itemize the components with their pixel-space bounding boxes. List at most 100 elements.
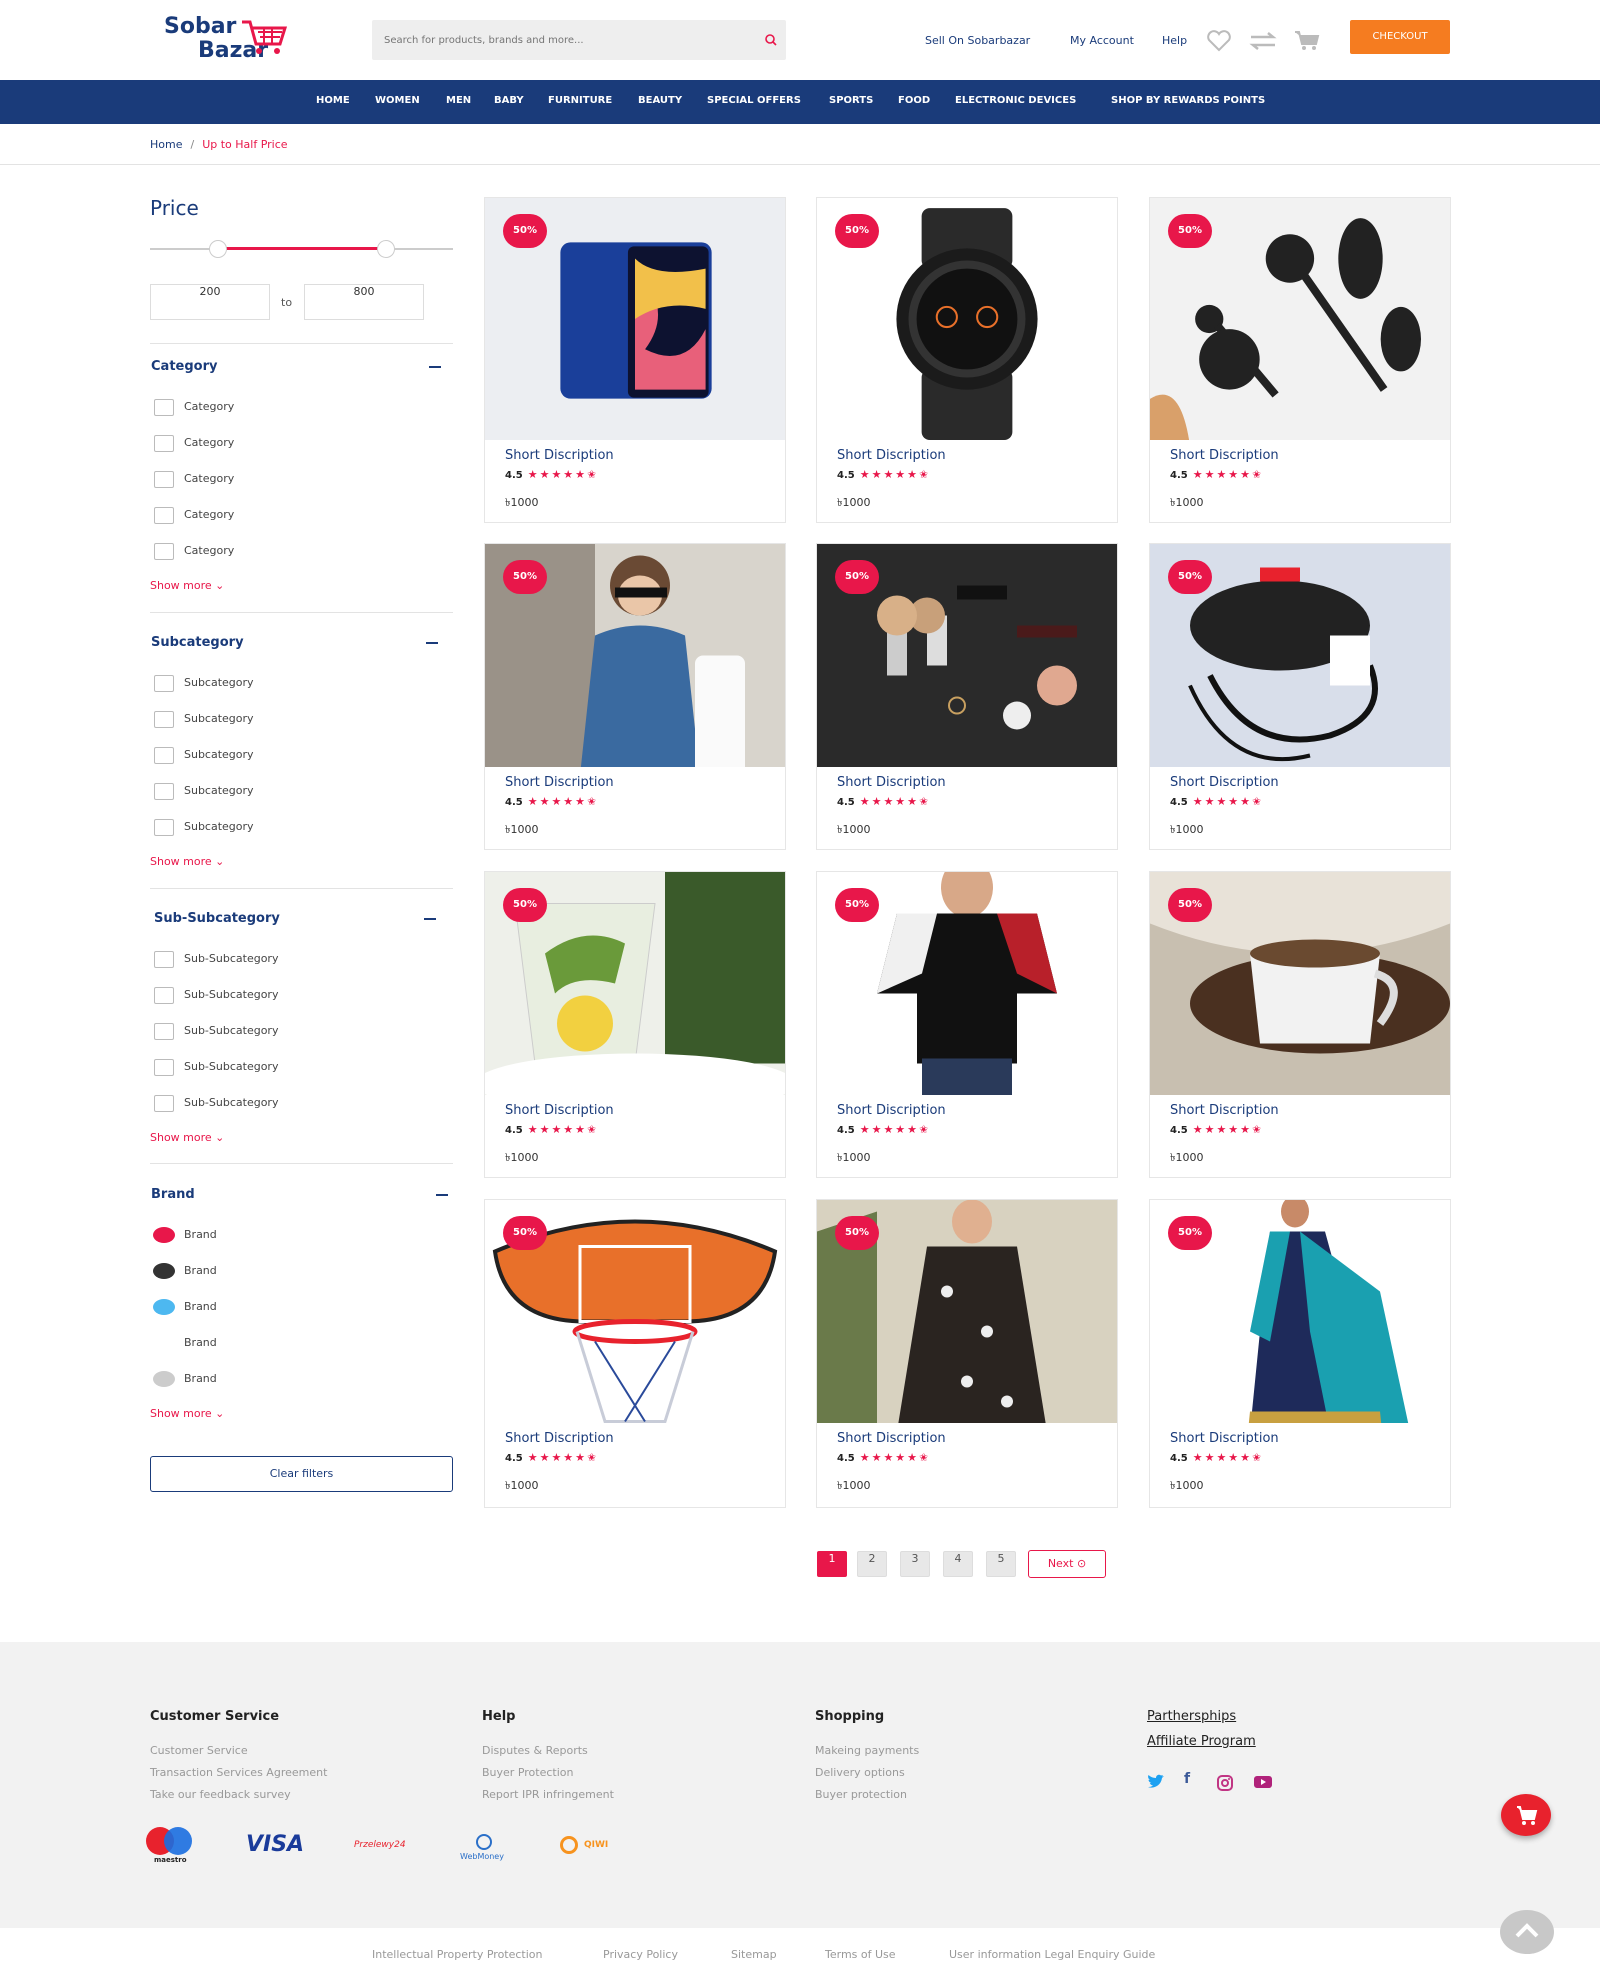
affiliate-program-link[interactable]: Affiliate Program [1147, 1734, 1256, 1749]
subcategory-checkbox[interactable] [154, 675, 174, 692]
price-min-input[interactable]: 200 [150, 284, 270, 320]
subcategory-checkbox[interactable] [154, 783, 174, 800]
product-description[interactable]: Short Discription [1170, 448, 1279, 463]
collapse-minus-icon[interactable] [429, 366, 441, 368]
nav-special-offers[interactable]: SPECIAL OFFERS [707, 95, 801, 106]
youtube-icon[interactable] [1253, 1774, 1273, 1790]
floating-cart-button[interactable] [1501, 1794, 1551, 1836]
product-card[interactable]: 50% Short Discription 4.5 ★★★★★✬ ৳1000 [816, 871, 1118, 1178]
search-input[interactable] [372, 20, 742, 60]
category-checkbox[interactable] [154, 435, 174, 452]
sub-subcategory-show-more[interactable]: Show more ⌄ [150, 1131, 224, 1144]
product-description[interactable]: Short Discription [837, 1103, 946, 1118]
product-card[interactable]: 50% Short Discription 4.5 ★★★★★✬ ৳1000 [1149, 197, 1451, 523]
nav-sports[interactable]: SPORTS [829, 95, 873, 106]
wishlist-heart-icon[interactable] [1206, 30, 1232, 52]
subcategory-checkbox[interactable] [154, 711, 174, 728]
subcategory-show-more[interactable]: Show more ⌄ [150, 855, 224, 868]
product-card[interactable]: 50% Short Discription 4.5 ★★★★★✬ ৳1000 [1149, 1199, 1451, 1508]
brand-color-swatch[interactable] [153, 1299, 175, 1315]
product-card[interactable]: 50% Short Discription 4.5 ★★★★★✬ ৳1000 [484, 197, 786, 523]
category-checkbox[interactable] [154, 543, 174, 560]
footer-link[interactable]: Delivery options [815, 1766, 905, 1779]
subcategory-checkbox[interactable] [154, 747, 174, 764]
brand-color-swatch[interactable] [153, 1227, 175, 1243]
cart-icon[interactable] [1294, 30, 1320, 52]
sub-subcategory-checkbox[interactable] [154, 1023, 174, 1040]
footer-link[interactable]: Buyer protection [815, 1788, 907, 1801]
nav-women[interactable]: WOMEN [375, 95, 420, 106]
price-slider-min-handle[interactable] [209, 240, 227, 258]
page-3-button[interactable]: 3 [900, 1551, 930, 1577]
footer-bottom-link[interactable]: Sitemap [731, 1948, 777, 1961]
my-account-link[interactable]: My Account [1070, 34, 1134, 47]
price-slider-max-handle[interactable] [377, 240, 395, 258]
nav-men[interactable]: MEN [446, 95, 471, 106]
next-page-button[interactable]: Next ⊙ [1028, 1550, 1106, 1578]
footer-link[interactable]: Transaction Services Agreement [150, 1766, 327, 1779]
product-card[interactable]: 50% Short Discription 4.5 ★★★★★✬ ৳1000 [484, 871, 786, 1178]
product-card[interactable]: 50% Short Discription 4.5 ★★★★★✬ ৳1000 [816, 543, 1118, 850]
product-description[interactable]: Short Discription [505, 448, 614, 463]
category-checkbox[interactable] [154, 399, 174, 416]
partnerships-link[interactable]: Parthersphips [1147, 1709, 1236, 1724]
footer-link[interactable]: Customer Service [150, 1744, 248, 1757]
nav-food[interactable]: FOOD [898, 95, 930, 106]
product-description[interactable]: Short Discription [837, 448, 946, 463]
footer-bottom-link[interactable]: Intellectual Property Protection [372, 1948, 543, 1961]
page-4-button[interactable]: 4 [943, 1551, 973, 1577]
footer-bottom-link[interactable]: User information Legal Enquiry Guide [949, 1948, 1155, 1961]
nav-home[interactable]: HOME [316, 95, 350, 106]
help-link[interactable]: Help [1162, 34, 1187, 47]
collapse-minus-icon[interactable] [426, 642, 438, 644]
sell-link[interactable]: Sell On Sobarbazar [925, 34, 1030, 47]
brand-color-swatch[interactable] [153, 1263, 175, 1279]
brand-color-swatch[interactable] [153, 1371, 175, 1387]
category-checkbox[interactable] [154, 471, 174, 488]
collapse-minus-icon[interactable] [424, 918, 436, 920]
product-description[interactable]: Short Discription [505, 1103, 614, 1118]
product-description[interactable]: Short Discription [1170, 775, 1279, 790]
product-description[interactable]: Short Discription [1170, 1431, 1279, 1446]
collapse-minus-icon[interactable] [436, 1194, 448, 1196]
product-description[interactable]: Short Discription [837, 775, 946, 790]
breadcrumb-home[interactable]: Home [150, 138, 182, 151]
page-1-button[interactable]: 1 [817, 1551, 847, 1577]
subcategory-checkbox[interactable] [154, 819, 174, 836]
nav-furniture[interactable]: FURNITURE [548, 95, 612, 106]
page-5-button[interactable]: 5 [986, 1551, 1016, 1577]
scroll-to-top-button[interactable] [1500, 1910, 1554, 1954]
sobarbazar-logo[interactable]: Sobar Bazar [162, 14, 292, 66]
sub-subcategory-checkbox[interactable] [154, 1095, 174, 1112]
footer-link[interactable]: Disputes & Reports [482, 1744, 588, 1757]
product-description[interactable]: Short Discription [505, 775, 614, 790]
product-card[interactable]: 50% Short Discription 4.5 ★★★★★✬ ৳1000 [484, 543, 786, 850]
instagram-icon[interactable] [1216, 1774, 1234, 1792]
product-card[interactable]: 50% Short Discription 4.5 ★★★★★✬ ৳1000 [484, 1199, 786, 1508]
brand-show-more[interactable]: Show more ⌄ [150, 1407, 224, 1420]
facebook-icon[interactable]: f [1184, 1771, 1190, 1787]
product-card[interactable]: 50% Short Discription 4.5 ★★★★★✬ ৳1000 [816, 197, 1118, 523]
product-description[interactable]: Short Discription [837, 1431, 946, 1446]
nav-electronic-devices[interactable]: ELECTRONIC DEVICES [955, 95, 1076, 106]
checkout-button[interactable]: CHECKOUT [1350, 20, 1450, 54]
twitter-icon[interactable] [1147, 1774, 1165, 1790]
search-icon[interactable] [764, 33, 778, 47]
category-checkbox[interactable] [154, 507, 174, 524]
product-card[interactable]: 50% Short Discription 4.5 ★★★★★✬ ৳1000 [1149, 543, 1451, 850]
nav-baby[interactable]: BABY [494, 95, 524, 106]
brand-color-swatch[interactable] [153, 1335, 175, 1351]
footer-bottom-link[interactable]: Privacy Policy [603, 1948, 678, 1961]
price-max-input[interactable]: 800 [304, 284, 424, 320]
product-card[interactable]: 50% Short Discription 4.5 ★★★★★✬ ৳1000 [816, 1199, 1118, 1508]
nav-rewards-points[interactable]: SHOP BY REWARDS POINTS [1111, 95, 1265, 106]
compare-arrows-icon[interactable] [1249, 30, 1277, 52]
product-description[interactable]: Short Discription [505, 1431, 614, 1446]
product-card[interactable]: 50% Short Discription 4.5 ★★★★★✬ ৳1000 [1149, 871, 1451, 1178]
nav-beauty[interactable]: BEAUTY [638, 95, 682, 106]
category-show-more[interactable]: Show more ⌄ [150, 579, 224, 592]
sub-subcategory-checkbox[interactable] [154, 1059, 174, 1076]
footer-link[interactable]: Take our feedback survey [150, 1788, 291, 1801]
sub-subcategory-checkbox[interactable] [154, 987, 174, 1004]
footer-bottom-link[interactable]: Terms of Use [825, 1948, 896, 1961]
